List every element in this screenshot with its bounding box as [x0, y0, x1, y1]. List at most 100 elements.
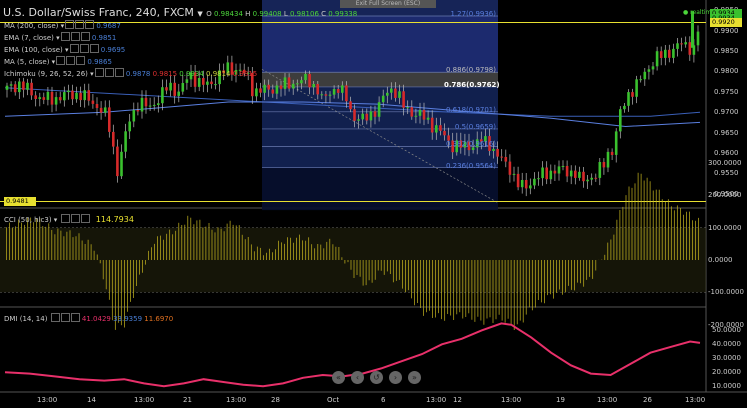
- candle-up: [140, 97, 144, 112]
- settings-icon[interactable]: [60, 32, 70, 41]
- time-tick-label: 13:00: [685, 396, 706, 404]
- fib-level-label: 0.236(0.9564): [446, 162, 496, 170]
- candle-down: [659, 51, 663, 58]
- candle-up: [263, 84, 266, 93]
- eye-icon[interactable]: [70, 32, 80, 41]
- candle-up: [651, 66, 655, 70]
- close-icon[interactable]: [80, 32, 90, 41]
- candle-up: [623, 105, 626, 110]
- settings-icon[interactable]: [56, 56, 66, 65]
- candle-up: [181, 83, 185, 92]
- candle-up: [639, 79, 642, 81]
- cci-label: CCI (50, hlc3): [4, 216, 52, 224]
- settings-icon[interactable]: [50, 313, 60, 322]
- candle-up: [390, 88, 393, 93]
- fib-level-label: 0.886(0.9798): [446, 66, 496, 74]
- back-icon[interactable]: ‹: [351, 371, 364, 384]
- symbol-dropdown-icon[interactable]: ▼: [197, 10, 202, 18]
- candle-up: [418, 110, 422, 116]
- candle-up: [120, 151, 123, 177]
- candle-down: [422, 110, 426, 120]
- candle-up: [529, 185, 532, 189]
- price-tick-label: 0.9750: [714, 88, 739, 96]
- candle-up: [606, 151, 610, 168]
- settings-icon[interactable]: [69, 44, 79, 53]
- chart-canvas[interactable]: [0, 0, 747, 408]
- candle-down: [553, 170, 557, 174]
- dropdown-icon[interactable]: ▾: [49, 58, 56, 66]
- candle-down: [30, 82, 33, 96]
- eye-icon[interactable]: [75, 20, 85, 29]
- ohlc-value: 0.99408: [252, 10, 282, 18]
- cci-tick-label: 300.0000: [708, 159, 742, 167]
- indicator-row[interactable]: EMA (7, close) ▾ 0.9851: [4, 32, 116, 42]
- cci-legend[interactable]: CCI (50, hlc3) ▾ 114.7934: [4, 214, 134, 224]
- dropdown-icon[interactable]: ▾: [63, 46, 69, 54]
- candle-down: [136, 110, 140, 112]
- fib-zone-lower: [262, 167, 498, 211]
- dropdown-icon[interactable]: ▾: [88, 70, 94, 78]
- fib-level-label: 0.786(0.9762): [444, 81, 500, 89]
- indicator-row[interactable]: Ichimoku (9, 26, 52, 26) ▾ 0.9878 0.9815…: [4, 68, 257, 78]
- candle-down: [349, 101, 352, 110]
- ohlc-key: C: [318, 10, 329, 18]
- candle-up: [643, 71, 647, 80]
- settings-icon[interactable]: [60, 214, 70, 223]
- candle-up: [103, 107, 107, 113]
- candle-up: [83, 90, 86, 101]
- forward-icon[interactable]: ›: [389, 371, 402, 384]
- dropdown-icon[interactable]: ▾: [54, 34, 60, 42]
- dmi-tick-label: 50.0000: [712, 326, 741, 334]
- candle-up: [283, 77, 287, 89]
- cci-tick-label: -100.0000: [708, 288, 744, 296]
- time-tick-label: 13:00: [426, 396, 447, 404]
- close-icon[interactable]: [85, 20, 95, 29]
- candle-up: [197, 78, 201, 87]
- rewind-icon[interactable]: «: [332, 371, 345, 384]
- time-tick-label: 28: [271, 396, 280, 404]
- cci-tick-label: 100.0000: [708, 224, 742, 232]
- candle-up: [148, 105, 152, 107]
- candle-up: [320, 94, 324, 96]
- eye-icon[interactable]: [104, 68, 114, 77]
- reset-icon[interactable]: ↺: [370, 371, 383, 384]
- eye-icon[interactable]: [60, 313, 70, 322]
- end-icon[interactable]: »: [408, 371, 421, 384]
- indicator-row[interactable]: MA (5, close) ▾ 0.9865: [4, 56, 112, 66]
- ohlc-values: O 0.98434 H 0.99408 L 0.98106 C 0.99338: [206, 10, 357, 18]
- dropdown-icon[interactable]: ▾: [58, 22, 65, 30]
- indicator-row[interactable]: EMA (100, close) ▾ 0.9695: [4, 44, 125, 54]
- eye-icon[interactable]: [79, 44, 89, 53]
- settings-icon[interactable]: [94, 68, 104, 77]
- settings-icon[interactable]: [65, 20, 75, 29]
- indicator-value: 0.9878: [123, 70, 151, 78]
- candle-up: [75, 92, 78, 100]
- candle-up: [414, 115, 418, 117]
- candle-up: [512, 173, 516, 175]
- close-icon[interactable]: [80, 214, 90, 223]
- eye-icon[interactable]: [70, 214, 80, 223]
- candle-up: [426, 117, 430, 120]
- candle-down: [439, 125, 442, 131]
- candle-up: [357, 119, 360, 121]
- candle-up: [169, 82, 172, 91]
- time-tick-label: 26: [643, 396, 652, 404]
- indicator-label: EMA (7, close): [4, 34, 54, 42]
- symbol-title[interactable]: U.S. Dollar/Swiss Franc, 240, FXCM ▼ O 0…: [3, 6, 357, 19]
- candle-down: [545, 167, 548, 180]
- candle-up: [664, 49, 667, 58]
- close-icon[interactable]: [89, 44, 99, 53]
- exit-fullscreen-button[interactable]: Exit Full Screen (ESC): [340, 0, 436, 8]
- candle-up: [635, 79, 638, 97]
- indicator-row[interactable]: MA (200, close) ▾ 0.9687: [4, 20, 121, 30]
- candle-up: [177, 91, 180, 96]
- close-icon[interactable]: [114, 68, 124, 77]
- eye-icon[interactable]: [66, 56, 76, 65]
- dmi-legend[interactable]: DMI (14, 14) 41.0429 33.9359 11.6970: [4, 313, 173, 323]
- price-tick-label: 0.9900: [714, 27, 739, 35]
- close-icon[interactable]: [70, 313, 80, 322]
- indicator-label: MA (200, close): [4, 22, 59, 30]
- candle-up: [206, 81, 209, 85]
- candle-up: [161, 87, 164, 104]
- close-icon[interactable]: [76, 56, 86, 65]
